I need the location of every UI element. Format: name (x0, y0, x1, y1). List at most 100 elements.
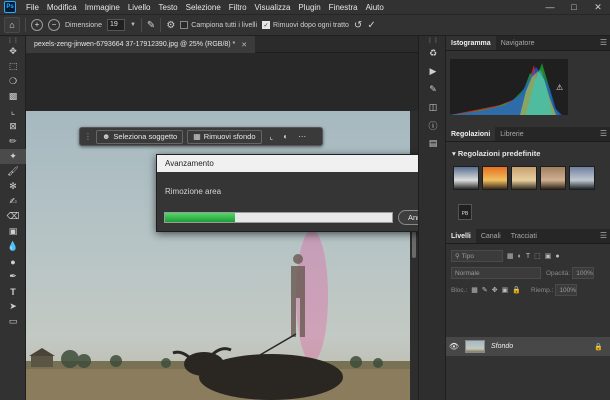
history-brush-tool-icon[interactable]: ✍ (0, 194, 26, 209)
sample-all-layers-checkbox[interactable]: Campiona tutti i livelli (180, 21, 257, 29)
menu-window[interactable]: Finestra (325, 3, 362, 12)
opacity-label: Opacità: (546, 269, 571, 277)
comments-panel-icon[interactable]: ▤ (419, 134, 447, 152)
menu-view[interactable]: Visualizza (251, 3, 295, 12)
filter-toggle-icon[interactable]: ● (555, 253, 559, 260)
panel-menu-icon[interactable]: ☰ (600, 38, 607, 47)
apply-check-icon[interactable]: ✓ (367, 20, 375, 31)
brush-subtract-icon[interactable]: − (48, 19, 60, 31)
libraries-panel-icon[interactable]: ◫ (419, 98, 447, 116)
filter-type-icon[interactable]: T (526, 253, 530, 260)
brush-settings-icon[interactable]: ✎ (419, 80, 447, 98)
filter-pixel-icon[interactable]: ▦ (507, 252, 514, 260)
contrast-icon[interactable]: ◐ (283, 132, 288, 141)
pressure-size-icon[interactable]: ✎ (147, 20, 155, 31)
marquee-tool-icon[interactable]: ⬚ (0, 59, 26, 74)
actions-panel-icon[interactable]: ▶ (419, 62, 447, 80)
gradient-tool-icon[interactable]: ▣ (0, 224, 26, 239)
panel-icon-strip: ⋮⋮ ♻ ▶ ✎ ◫ ⓘ ▤ (418, 36, 446, 400)
document-tab[interactable]: pexels-zeng-jinwen-6793664 37-17912390.j… (26, 36, 256, 53)
menu-edit[interactable]: Modifica (43, 3, 81, 12)
undo-icon[interactable]: ↺ (354, 20, 362, 31)
lock-artboard-icon[interactable]: ▣ (502, 286, 509, 294)
lock-all-icon[interactable]: 🔒 (512, 286, 521, 294)
tab-libraries[interactable]: Librerie (495, 127, 528, 141)
transform-icon[interactable]: ⌞ (270, 132, 274, 141)
menu-filter[interactable]: Filtro (225, 3, 251, 12)
layer-row[interactable]: 👁 Sfondo 🔒 (446, 337, 610, 356)
tab-layers[interactable]: Livelli (446, 229, 476, 243)
preset-swatch[interactable] (569, 166, 595, 190)
lock-icon[interactable]: 🔒 (594, 343, 603, 351)
warning-icon[interactable]: ⚠ (556, 83, 563, 92)
filter-adjustment-icon[interactable]: ◐ (518, 253, 522, 260)
filter-shape-icon[interactable]: ⬚ (534, 252, 541, 260)
frame-tool-icon[interactable]: ⊠ (0, 119, 26, 134)
opacity-input[interactable]: 100% (572, 267, 595, 279)
menu-help[interactable]: Aiuto (362, 3, 388, 12)
rectangle-tool-icon[interactable]: ▭ (0, 314, 26, 329)
lasso-tool-icon[interactable]: ❍ (0, 74, 26, 89)
path-selection-tool-icon[interactable]: ➤ (0, 299, 26, 314)
crop-tool-icon[interactable]: ⌞ (0, 104, 26, 119)
tab-channels[interactable]: Canali (476, 229, 506, 243)
filter-smart-icon[interactable]: ▣ (545, 252, 552, 260)
preset-swatch[interactable] (540, 166, 566, 190)
blur-tool-icon[interactable]: 💧 (0, 239, 26, 254)
tab-navigator[interactable]: Navigatore (496, 36, 540, 50)
more-options-icon[interactable]: ⋯ (298, 132, 306, 141)
tab-adjustments[interactable]: Regolazioni (446, 127, 496, 141)
maximize-icon[interactable]: □ (562, 0, 586, 14)
brush-tool-icon[interactable]: 🖌 (0, 164, 26, 179)
remove-tool-icon[interactable]: ✦ (0, 149, 26, 164)
preset-bw-swatch[interactable]: PB (458, 204, 472, 220)
blend-mode-select[interactable]: Normale (451, 267, 541, 279)
dimension-label: Dimensione (65, 21, 102, 29)
visibility-eye-icon[interactable]: 👁 (446, 342, 462, 351)
menu-file[interactable]: File (22, 3, 43, 12)
preset-swatch[interactable] (482, 166, 508, 190)
menu-plugins[interactable]: Plugin (294, 3, 324, 12)
gear-icon[interactable]: ⚙ (166, 20, 175, 31)
close-tab-icon[interactable]: ✕ (241, 41, 247, 49)
menu-select[interactable]: Selezione (182, 3, 225, 12)
layer-filter-select[interactable]: ⚲ Tipo (451, 250, 503, 262)
object-selection-tool-icon[interactable]: ▩ (0, 89, 26, 104)
tab-paths[interactable]: Tracciati (506, 229, 542, 243)
preset-swatch[interactable] (511, 166, 537, 190)
lock-pixels-icon[interactable]: ✎ (482, 286, 488, 294)
fill-input[interactable]: 100% (555, 284, 578, 296)
minimize-icon[interactable]: — (538, 0, 562, 14)
layer-filter-label: Tipo (461, 252, 474, 260)
tab-histogram[interactable]: Istogramma (446, 36, 496, 50)
select-subject-button[interactable]: ☻ Seleziona soggetto (96, 129, 184, 144)
brush-add-icon[interactable]: + (31, 19, 43, 31)
dodge-tool-icon[interactable]: ● (0, 254, 26, 269)
clone-stamp-tool-icon[interactable]: ✻ (0, 179, 26, 194)
dimension-input[interactable]: 19 (106, 19, 125, 31)
remove-background-button[interactable]: ▦ Rimuovi sfondo (187, 129, 262, 144)
histogram-tabs: Istogramma Navigatore ☰ (446, 36, 610, 51)
lock-transparent-icon[interactable]: ▦ (471, 286, 478, 294)
menu-layer[interactable]: Livello (124, 3, 155, 12)
panel-menu-icon[interactable]: ☰ (600, 129, 607, 138)
chevron-down-icon[interactable]: ▼ (130, 22, 136, 28)
preset-swatch[interactable] (453, 166, 479, 190)
home-icon[interactable]: ⌂ (4, 17, 20, 33)
panel-menu-icon[interactable]: ☰ (600, 231, 607, 240)
eyedropper-tool-icon[interactable]: ✏ (0, 134, 26, 149)
presets-header[interactable]: ▾ Regolazioni predefinite (452, 149, 540, 158)
info-panel-icon[interactable]: ⓘ (419, 116, 447, 134)
move-tool-icon[interactable]: ✥ (0, 44, 26, 59)
lock-position-icon[interactable]: ✥ (492, 286, 498, 294)
type-tool-icon[interactable]: T (0, 284, 26, 299)
menu-image[interactable]: Immagine (81, 3, 124, 12)
pen-tool-icon[interactable]: ✒ (0, 269, 26, 284)
history-panel-icon[interactable]: ♻ (419, 44, 447, 62)
eraser-tool-icon[interactable]: ⌫ (0, 209, 26, 224)
menu-type[interactable]: Testo (155, 3, 182, 12)
photoshop-logo[interactable]: Ps (4, 1, 16, 13)
remove-after-stroke-checkbox[interactable]: ✓ Rimuovi dopo ogni tratto (262, 21, 349, 29)
drag-handle-icon[interactable]: ⋮ (84, 132, 92, 141)
close-window-icon[interactable]: ✕ (586, 0, 610, 14)
